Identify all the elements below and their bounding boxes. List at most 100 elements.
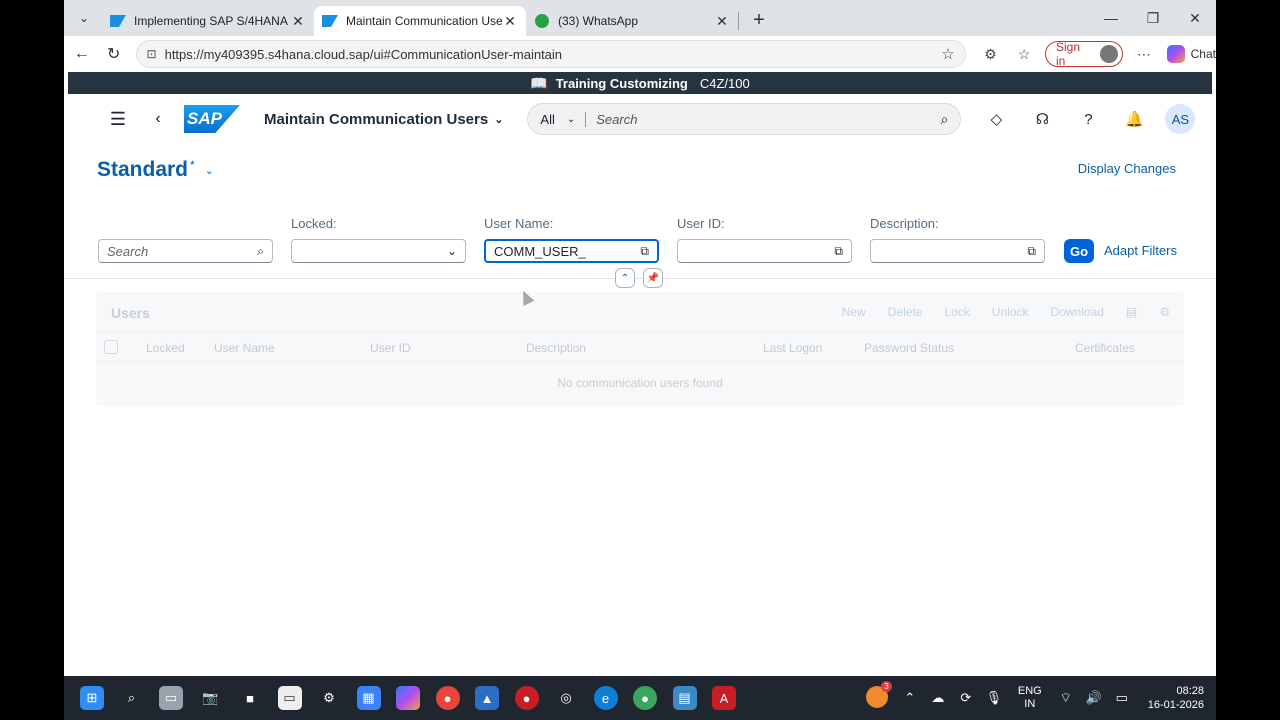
battery-icon[interactable]: ▭ [1108,690,1136,706]
refresh-icon[interactable]: ↻ [98,38,130,70]
locked-select[interactable]: ⌄ [291,239,466,263]
search-icon[interactable]: ⌕ [941,111,949,128]
close-window-icon[interactable]: ✕ [1174,0,1216,36]
favorites-icon[interactable]: ☆ [1007,46,1041,63]
favorite-star-icon[interactable]: ☆ [941,45,954,63]
export-icon[interactable]: ▤ [1126,305,1137,319]
column-header-password-status[interactable]: Password Status [864,341,954,355]
taskbar-search-icon[interactable]: ⌕ [120,686,144,710]
collapse-header-icon[interactable]: ⌃ [615,268,635,288]
variant-management[interactable]: Standard * ⌄ [97,158,214,182]
notifications-bell-icon[interactable]: 🔔 [1111,110,1157,128]
delete-button[interactable]: Delete [888,305,923,319]
display-changes-link[interactable]: Display Changes [1078,161,1176,176]
notes-icon[interactable]: ▭ [277,686,302,710]
chrome-profile-icon[interactable]: ● [633,686,657,710]
column-header-user-name[interactable]: User Name [214,341,275,355]
sap-logo[interactable]: SAP [184,105,240,133]
value-help-icon[interactable]: ⧉ [1027,244,1036,259]
record-icon[interactable]: ● [514,686,539,710]
new-button[interactable]: New [842,305,866,319]
edge-icon[interactable]: e [593,686,618,710]
column-header-user-id[interactable]: User ID [370,341,411,355]
close-tab-icon[interactable]: ✕ [290,13,306,30]
new-tab-icon[interactable]: + [745,6,773,34]
photos-icon[interactable]: ▲ [475,686,499,710]
value-help-icon[interactable]: ⧉ [834,244,843,259]
help-icon[interactable]: ? [1065,111,1111,128]
sap-logo-text: SAP [187,109,222,128]
minimize-icon[interactable]: — [1090,0,1132,36]
user-name-value: COMM_USER_ [494,243,586,259]
app-title: Maintain Communication Users [264,110,489,128]
tab-whatsapp[interactable]: (33) WhatsApp ✕ [526,6,738,36]
column-header-certificates[interactable]: Certificates [1075,341,1135,355]
description-input[interactable]: ⧉ [870,239,1045,263]
clock[interactable]: 08:28 16-01-2026 [1148,684,1204,712]
column-header-locked[interactable]: Locked [146,341,185,355]
video-icon[interactable]: ■ [238,686,262,710]
select-all-checkbox[interactable] [104,340,118,354]
restore-icon[interactable]: ❐ [1132,0,1174,36]
copilot-chat-button[interactable]: Chat [1166,45,1216,63]
camera-icon[interactable]: 📷 [199,686,223,710]
user-name-input[interactable]: COMM_USER_ ⧉ [484,239,659,263]
search-icon[interactable]: ⌕ [257,244,264,259]
sync-icon[interactable]: ⟳ [952,690,980,706]
language-indicator[interactable]: ENG IN [1018,685,1042,711]
notepad-icon[interactable]: ▤ [672,686,697,710]
browser-tools: ⚙ ☆ Sign in ⋯ Chat [974,40,1216,68]
volume-icon[interactable]: 🔊 [1080,690,1108,706]
microphone-icon[interactable]: 🎙 [980,690,1008,706]
show-hidden-icons-icon[interactable]: ⌃ [896,690,924,706]
url-field[interactable]: ⊡ https://my409395.s4hana.cloud.sap/ui#C… [135,40,966,68]
chrome-icon[interactable]: ● [435,686,460,710]
extensions-icon[interactable]: ⚙ [974,46,1008,63]
filter-bar: Search ⌕ Locked: ⌄ User Name: COMM_USER_… [98,216,1198,264]
user-id-input[interactable]: ⧉ [677,239,852,263]
back-arrow-icon[interactable]: ← [66,38,98,70]
tab-maintain-comm-users[interactable]: Maintain Communication Users - S ✕ [314,6,526,36]
settings-icon[interactable]: ⚙ [317,686,341,710]
search-scope-select[interactable]: All ⌄ [540,111,587,127]
headset-support-icon[interactable]: ☊ [1019,110,1065,128]
tab-implementing[interactable]: Implementing SAP S/4HANA Clou ✕ [102,6,314,36]
shell-back-icon[interactable]: ‹ [146,110,170,128]
column-header-last-logon[interactable]: Last Logon [763,341,822,355]
task-view-icon[interactable]: ▭ [159,686,183,710]
wifi-icon[interactable]: ⌔ [1052,690,1080,706]
acrobat-icon[interactable]: A [712,686,736,710]
site-info-icon[interactable]: ⊡ [147,47,157,61]
copilot-app-icon[interactable] [396,686,420,710]
download-button[interactable]: Download [1051,305,1104,319]
screen-recorder-icon[interactable]: ◎ [554,686,578,710]
cloud-offline-icon[interactable]: ☁ [924,690,952,706]
sign-in-button[interactable]: Sign in [1044,40,1123,68]
url-text: https://my409395.s4hana.cloud.sap/ui#Com… [164,46,563,62]
adapt-filters-button[interactable]: Adapt Filters [1104,243,1177,258]
unlock-button[interactable]: Unlock [992,305,1029,319]
tab-actions-menu[interactable]: ⌄ [70,5,98,31]
browser-window: ⌄ Implementing SAP S/4HANA Clou ✕ Mainta… [64,0,1216,720]
language-line-1: ENG [1017,685,1042,697]
windows-start-icon[interactable]: ⊞ [80,686,104,710]
taskbar-apps: ⊞ ⌕ ▭ 📷 ■ ▭ ⚙ ▦ ● ▲ ● ◎ e ● ▤ A [80,686,752,710]
basic-search-input[interactable]: Search ⌕ [98,239,273,263]
hamburger-menu-icon[interactable]: ☰ [102,109,134,130]
close-tab-icon[interactable]: ✕ [502,13,518,30]
user-avatar[interactable]: AS [1165,104,1196,134]
store-icon[interactable]: ▦ [356,686,381,710]
weather-widget[interactable]: 3 [866,681,892,708]
joule-diamond-icon[interactable]: ◇ [973,110,1019,128]
lock-button[interactable]: Lock [944,305,969,319]
chevron-down-icon[interactable]: ⌄ [447,244,457,258]
app-title-menu[interactable]: Maintain Communication Users ⌄ [264,111,503,128]
value-help-icon[interactable]: ⧉ [640,244,649,259]
go-button[interactable]: Go [1064,239,1094,263]
settings-gear-icon[interactable]: ⚙ [1159,305,1170,319]
pin-header-icon[interactable]: 📌 [643,268,663,288]
column-header-description[interactable]: Description [526,341,586,355]
shell-search-field[interactable]: All ⌄ Search ⌕ [527,103,962,135]
close-tab-icon[interactable]: ✕ [714,13,730,30]
more-options-icon[interactable]: ⋯ [1127,46,1161,63]
